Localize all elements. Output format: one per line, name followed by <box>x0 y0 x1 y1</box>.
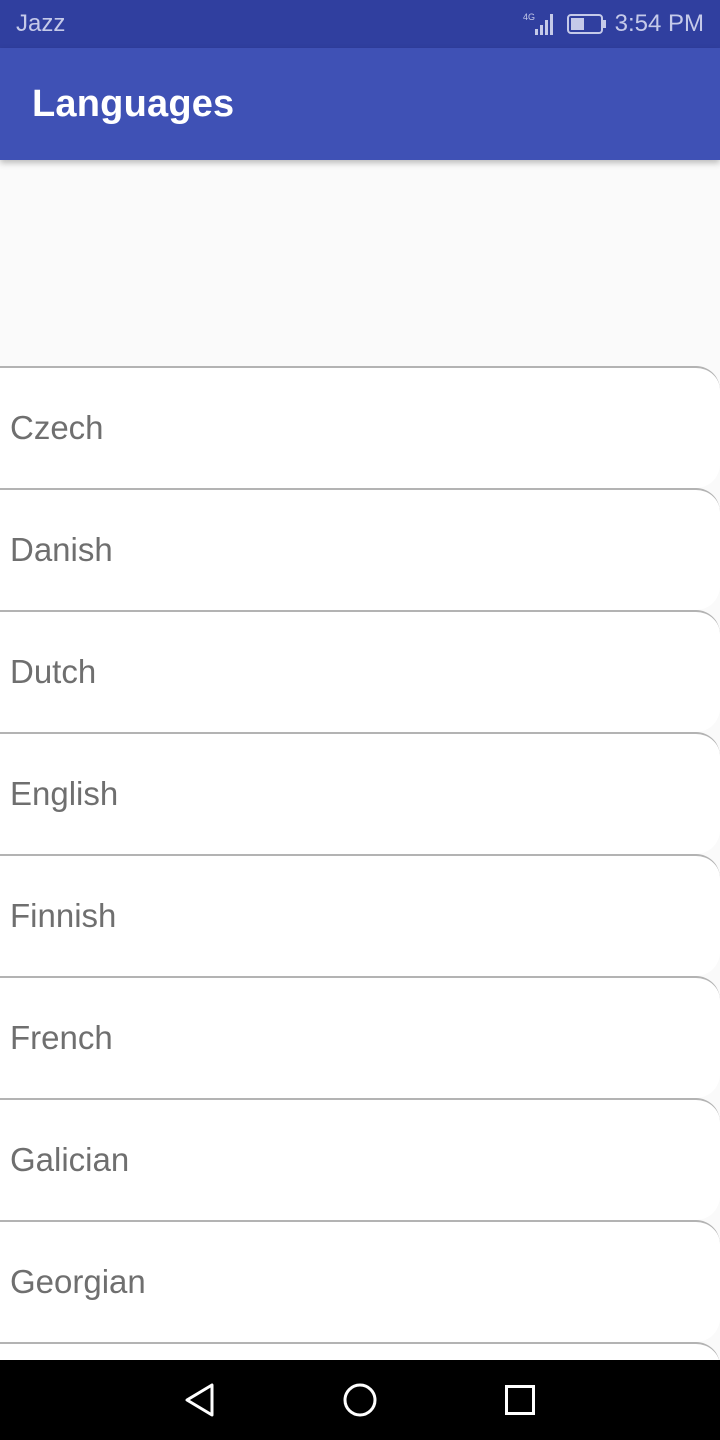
status-icons: 4G 3:54 PM <box>523 10 704 38</box>
list-item-label: English <box>10 775 119 812</box>
back-button[interactable] <box>120 1360 280 1440</box>
list-item-galician[interactable]: Galician <box>0 1098 720 1220</box>
list-item-label: Dutch <box>10 653 97 690</box>
list-item-label: Galician <box>10 1141 130 1178</box>
list-item-dutch[interactable]: Dutch <box>0 610 720 732</box>
list-item-danish[interactable]: Danish <box>0 488 720 610</box>
list-item-georgian[interactable]: Georgian <box>0 1220 720 1342</box>
list-header-space <box>0 160 720 366</box>
list-item-label: French <box>10 1019 113 1056</box>
svg-text:4G: 4G <box>523 12 535 22</box>
list-item-czech[interactable]: Czech <box>0 366 720 488</box>
navigation-bar <box>0 1360 720 1440</box>
signal-icon: 4G <box>523 12 553 35</box>
carrier-label: Jazz <box>16 10 66 37</box>
home-icon <box>343 1383 377 1417</box>
recents-button[interactable] <box>440 1360 600 1440</box>
page-title: Languages <box>32 82 235 125</box>
list-item-label: Czech <box>10 409 104 446</box>
list-item-finnish[interactable]: Finnish <box>0 854 720 976</box>
list-item-label: Danish <box>10 531 113 568</box>
list-item-label: Finnish <box>10 897 117 934</box>
list-item-label: Georgian <box>10 1263 146 1300</box>
language-list: Czech Danish Dutch English Finnish Frenc… <box>0 160 720 1360</box>
recents-icon <box>505 1385 535 1415</box>
status-bar: Jazz 4G 3:54 PM <box>0 0 720 48</box>
battery-icon <box>566 14 606 34</box>
back-icon <box>185 1383 214 1417</box>
list-item-english[interactable]: English <box>0 732 720 854</box>
list-item-french[interactable]: French <box>0 976 720 1098</box>
home-button[interactable] <box>280 1360 440 1440</box>
list-item-partial[interactable] <box>0 1342 720 1360</box>
clock: 3:54 PM <box>614 10 704 37</box>
app-bar: Languages <box>0 48 720 160</box>
